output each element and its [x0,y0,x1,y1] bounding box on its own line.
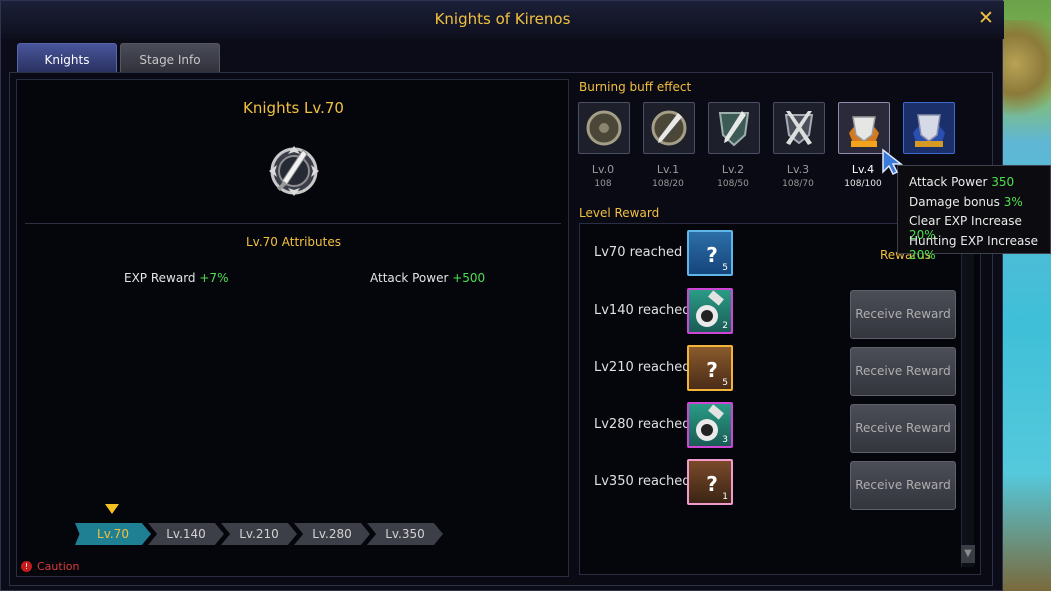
buff-tier-progress: 108/50 [717,179,749,189]
level-step-70[interactable]: Lv.70 [75,523,151,545]
buff-tooltip: Attack Power 350 Damage bonus 3% Clear E… [897,165,1051,262]
divider [25,223,561,224]
potion-flask-icon[interactable]: 3 [687,402,733,448]
mystery-book-gold-icon[interactable]: ? 5 [687,345,733,391]
attribute-attack-power: Attack Power +500 [370,271,485,285]
level-step-280[interactable]: Lv.280 [294,523,370,545]
exclamation-icon: ! [21,561,32,572]
buff-tier-progress: 108 [594,179,612,189]
mystery-box-blue-icon[interactable]: ? 5 [687,230,733,276]
level-step-140[interactable]: Lv.140 [148,523,224,545]
item-count: 5 [722,378,728,388]
knights-info-panel: Knights Lv.70 Lv.70 Attributes EXP Rewar… [16,79,569,577]
shield-sword-icon[interactable] [643,102,695,154]
tooltip-line: Attack Power 350 [909,175,1015,189]
reward-row-label: Lv140 reached [594,303,691,318]
item-count: 1 [722,492,728,502]
knights-level-title: Knights Lv.70 [243,99,344,117]
tooltip-line: Hunting EXP Increase 20% [909,234,1038,262]
attribute-label: Attack Power [370,271,449,285]
reward-row-label: Lv350 reached [594,474,691,489]
attribute-value: +7% [199,271,229,285]
tab-stage-info[interactable]: Stage Info [120,43,220,73]
receive-reward-button-350[interactable]: Receive Reward [850,461,956,510]
buff-tier-label: Lv.0 108 [577,163,629,191]
receive-reward-button-140[interactable]: Receive Reward [850,290,956,339]
buff-tier-label: Lv.1 108/20 [642,163,694,191]
potion-flask-icon[interactable]: 2 [687,288,733,334]
current-level-marker-icon [105,504,119,514]
window-title: Knights of Kirenos [434,10,571,28]
caution-link[interactable]: ! Caution [21,560,79,573]
tab-knights[interactable]: Knights [17,43,117,73]
attribute-label: EXP Reward [124,271,196,285]
level-reward-panel [579,223,981,575]
reward-row-label: Lv70 reached [594,245,683,260]
kite-shield-sword-icon[interactable] [708,102,760,154]
buff-tier-label: Lv.2 108/50 [707,163,759,191]
flaming-crest-icon[interactable] [838,102,890,154]
blue-crest-icon[interactable] [903,102,955,154]
item-count: 5 [722,263,728,273]
caution-label: Caution [37,560,80,573]
crossed-swords-shield-icon[interactable] [773,102,825,154]
knight-sword-emblem-icon [269,146,319,196]
mouse-cursor-icon [882,148,903,176]
title-bar: Knights of Kirenos ✕ [1,1,1004,39]
item-count: 2 [722,321,728,331]
scroll-down-icon[interactable]: ▼ [961,545,975,563]
reward-row-label: Lv210 reached [594,360,691,375]
buff-tier-progress: 108/70 [782,179,814,189]
item-count: 3 [722,435,728,445]
buff-tier-label: Lv.3 108/70 [772,163,824,191]
tooltip-line: Damage bonus 3% [909,195,1023,209]
reward-scrollbar[interactable] [961,254,974,567]
level-reward-title: Level Reward [579,206,660,220]
level-step-210[interactable]: Lv.210 [221,523,297,545]
level-step-350[interactable]: Lv.350 [367,523,443,545]
attributes-title: Lv.70 Attributes [246,235,341,249]
burning-buff-title: Burning buff effect [579,80,692,94]
mystery-book-pink-icon[interactable]: ? 1 [687,459,733,505]
attribute-value: +500 [452,271,486,285]
buff-tier-progress: 108/20 [652,179,684,189]
reward-row-label: Lv280 reached [594,417,691,432]
round-shield-icon[interactable] [578,102,630,154]
receive-reward-button-210[interactable]: Receive Reward [850,347,956,396]
receive-reward-button-280[interactable]: Receive Reward [850,404,956,453]
attribute-exp-reward: EXP Reward +7% [124,271,228,285]
close-icon[interactable]: ✕ [976,8,996,28]
buff-tier-progress: 108/100 [844,179,882,189]
